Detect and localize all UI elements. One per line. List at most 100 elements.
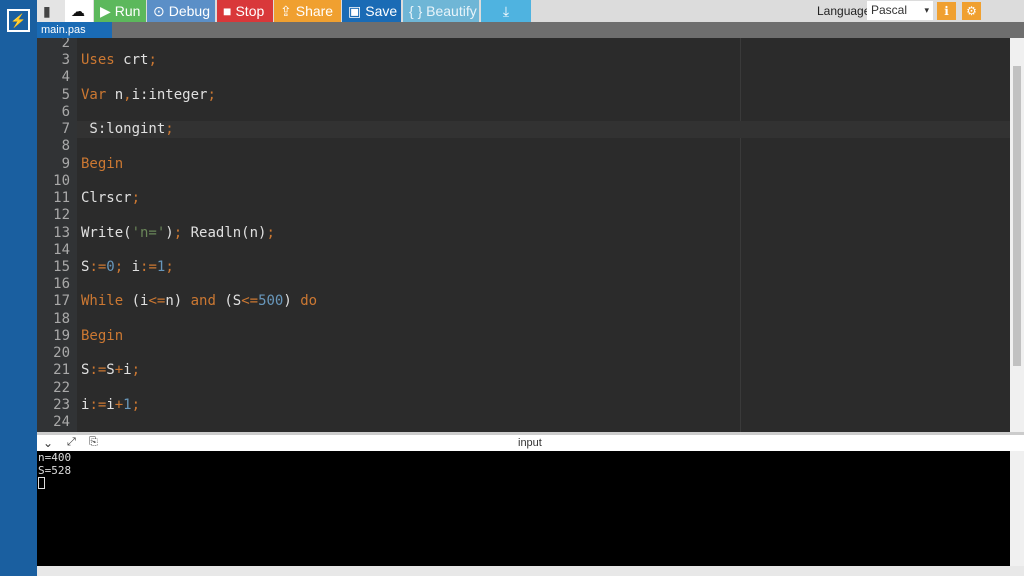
stop-button[interactable]: ■ Stop (217, 0, 273, 22)
beautify-button[interactable]: { } Beautify (403, 0, 479, 22)
gear-icon[interactable]: ⚙ (962, 2, 981, 20)
code-token: Write( (81, 224, 132, 241)
code-token: ) (283, 293, 301, 310)
code-line[interactable]: Write('n='); Readln(n); (81, 225, 275, 241)
code-token: n) (165, 293, 191, 310)
chevron-down-icon: ▾ (924, 5, 929, 15)
scrollbar-thumb[interactable] (1013, 66, 1021, 366)
code-token: i:integer (131, 86, 208, 103)
active-line-highlight (77, 121, 1010, 139)
line-number: 21 (53, 362, 70, 379)
code-token: i (123, 258, 141, 275)
code-token: n (106, 86, 124, 103)
info-icon[interactable]: ℹ (937, 2, 956, 20)
line-number: 9 (61, 155, 70, 172)
new-file-icon[interactable]: ▮ (37, 0, 65, 22)
code-token: 500 (258, 293, 284, 310)
line-number: 4 (61, 69, 70, 86)
code-token: ; (207, 86, 216, 103)
code-token: ; (131, 396, 141, 413)
code-token: 1 (123, 396, 132, 413)
play-icon: ▶ (100, 3, 111, 19)
language-select[interactable]: Pascal ▾ (867, 1, 933, 20)
line-number: 3 (61, 52, 70, 69)
line-number: 2 (61, 38, 70, 51)
code-token: ; (173, 224, 183, 241)
save-button[interactable]: ▣ Save (342, 0, 401, 22)
code-token: + (114, 362, 124, 379)
code-line[interactable]: Begin (81, 328, 123, 344)
line-number: 17 (53, 293, 70, 310)
debug-icon: ⊙ (153, 3, 165, 19)
code-token: S (106, 362, 115, 379)
code-token: ; (131, 362, 141, 379)
share-icon: ⇪ (280, 3, 292, 19)
stop-icon: ■ (223, 3, 232, 19)
code-token: ; (165, 121, 174, 138)
upload-icon[interactable]: ☁ (65, 0, 93, 22)
output-header: ⌄ ⤢ ⎘ input (37, 432, 1024, 451)
toolbar: ▮ ☁ ▶ Run ⊙ Debug ■ Stop ⇪ Share ▣ Save { } B… (37, 0, 1024, 22)
code-token: + (114, 396, 124, 413)
code-token: := (140, 258, 157, 275)
sidebar: ⚡ (0, 0, 37, 576)
line-number: 14 (53, 241, 70, 258)
language-label: Language (817, 4, 871, 18)
line-number: 24 (53, 414, 70, 431)
save-icon: ▣ (348, 3, 362, 19)
code-token: ; (266, 224, 275, 241)
run-button[interactable]: ▶ Run (94, 0, 146, 22)
line-number: 16 (53, 276, 70, 293)
output-line: S=528 (38, 464, 72, 477)
line-number: 11 (53, 190, 70, 207)
editor-scrollbar[interactable] (1010, 38, 1024, 432)
terminal-output[interactable]: n=400 S=528 (37, 451, 1010, 566)
line-number: 8 (61, 138, 70, 155)
code-token: While (81, 293, 124, 310)
download-icon[interactable]: ⤓ (481, 0, 531, 22)
tab-main-pas[interactable]: main.pas (37, 22, 112, 38)
line-number: 23 (53, 396, 70, 413)
code-line[interactable]: S:longint; (81, 121, 174, 138)
terminal-scrollbar[interactable] (1010, 451, 1024, 566)
share-button[interactable]: ⇪ Share (274, 0, 341, 22)
file-tabs: main.pas (37, 22, 1024, 38)
copy-icon[interactable]: ⎘ (89, 436, 98, 449)
code-line[interactable]: S:=S+i; (81, 362, 140, 378)
code-token: ; (114, 258, 124, 275)
code-token: crt (114, 52, 149, 69)
code-token: Readln(n) (182, 224, 267, 241)
code-line[interactable]: S:=0; i:=1; (81, 259, 174, 275)
code-line[interactable]: Begin (81, 156, 123, 172)
output-line: n=400 (38, 451, 72, 464)
line-number: 7 (61, 121, 70, 138)
line-number: 13 (53, 224, 70, 241)
code-token: i (123, 362, 132, 379)
code-line[interactable]: Clrscr; (81, 190, 140, 206)
debug-button[interactable]: ⊙ Debug (147, 0, 215, 22)
code-token: Begin (81, 327, 124, 344)
collapse-chevron-icon[interactable]: ⌄ (43, 436, 53, 450)
line-number: 6 (61, 103, 70, 120)
code-token: 0 (106, 258, 115, 275)
expand-icon[interactable]: ⤢ (67, 436, 76, 449)
code-line[interactable]: Uses crt; (81, 52, 157, 68)
code-editor[interactable]: 2 3 Uses crt; 4 5 Var n,i:integer; 6 7 S:longin… (37, 38, 1010, 432)
code-token: do (300, 293, 318, 310)
code-line[interactable]: i:=i+1; (81, 397, 140, 413)
terminal-cursor (38, 477, 45, 489)
code-token: (S (215, 293, 242, 310)
code-token: Uses (81, 52, 115, 69)
code-token: , (123, 86, 132, 103)
output-title: input (518, 437, 542, 449)
code-token: <= (241, 293, 259, 310)
code-line[interactable]: Var n,i:integer; (81, 87, 216, 103)
line-number: 20 (53, 345, 70, 362)
code-line[interactable]: While (i<=n) and (S<=500) do (81, 293, 317, 309)
code-token: ) (165, 224, 174, 241)
lightning-logo-icon[interactable]: ⚡ (7, 9, 30, 32)
code-token: ; (165, 258, 174, 275)
code-token: Begin (81, 155, 124, 172)
code-token: Var (81, 86, 107, 103)
code-token: ; (148, 52, 157, 69)
